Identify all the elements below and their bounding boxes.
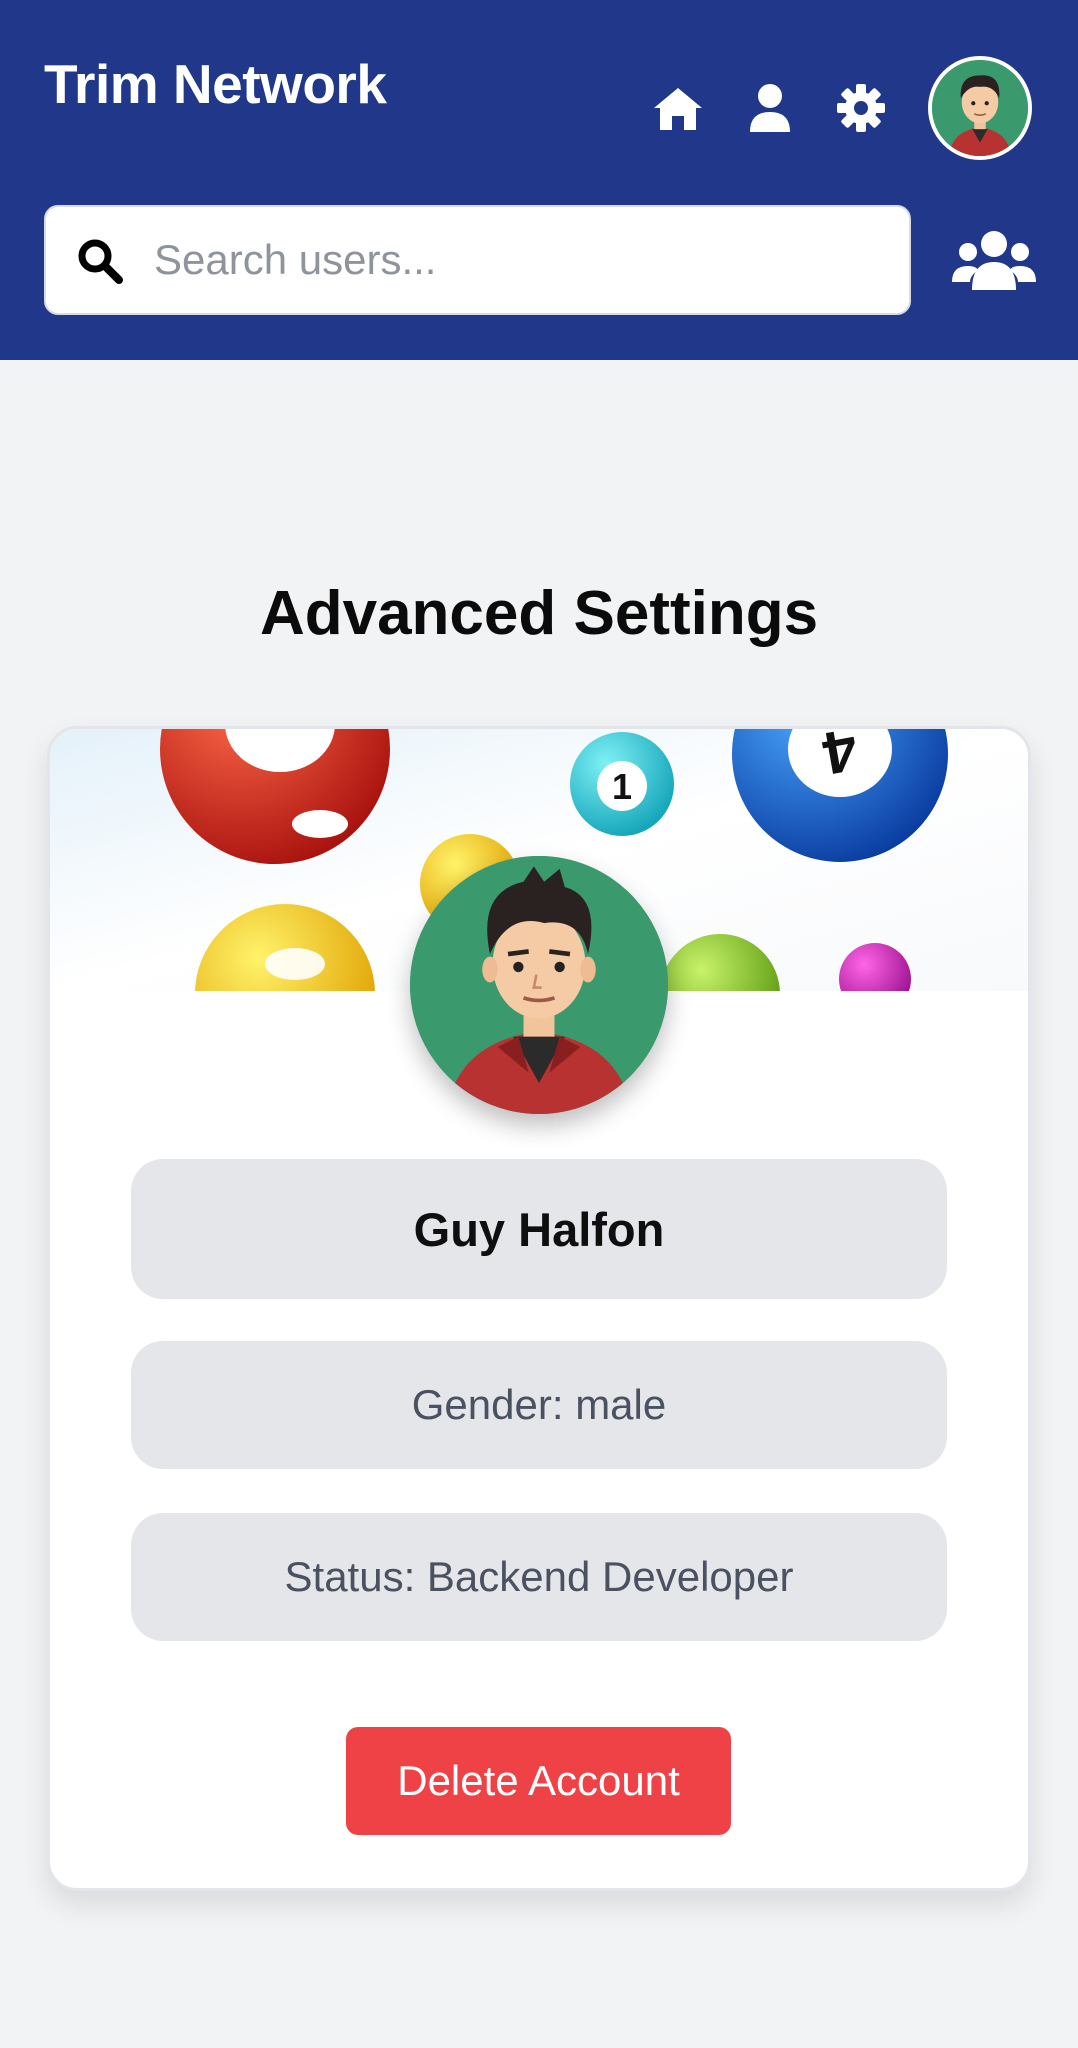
brand-title[interactable]: Trim Network: [44, 52, 387, 116]
search-bar: [44, 205, 911, 315]
profile-gender: Gender: male: [131, 1341, 947, 1469]
profile-status: Status: Backend Developer: [131, 1513, 947, 1641]
search-icon[interactable]: [76, 237, 124, 285]
users-icon[interactable]: [952, 228, 1036, 292]
ball-number-1: 1: [612, 766, 632, 807]
home-icon[interactable]: [650, 80, 706, 136]
top-navbar: Trim Network: [0, 0, 1078, 360]
search-input[interactable]: [154, 225, 874, 295]
profile-name: Guy Halfon: [131, 1159, 947, 1299]
profile-avatar: [410, 856, 668, 1114]
user-icon[interactable]: [742, 80, 798, 136]
delete-account-button[interactable]: Delete Account: [346, 1727, 731, 1835]
header-avatar[interactable]: [928, 56, 1032, 160]
gear-icon[interactable]: [833, 80, 889, 136]
page-title: Advanced Settings: [259, 579, 819, 648]
